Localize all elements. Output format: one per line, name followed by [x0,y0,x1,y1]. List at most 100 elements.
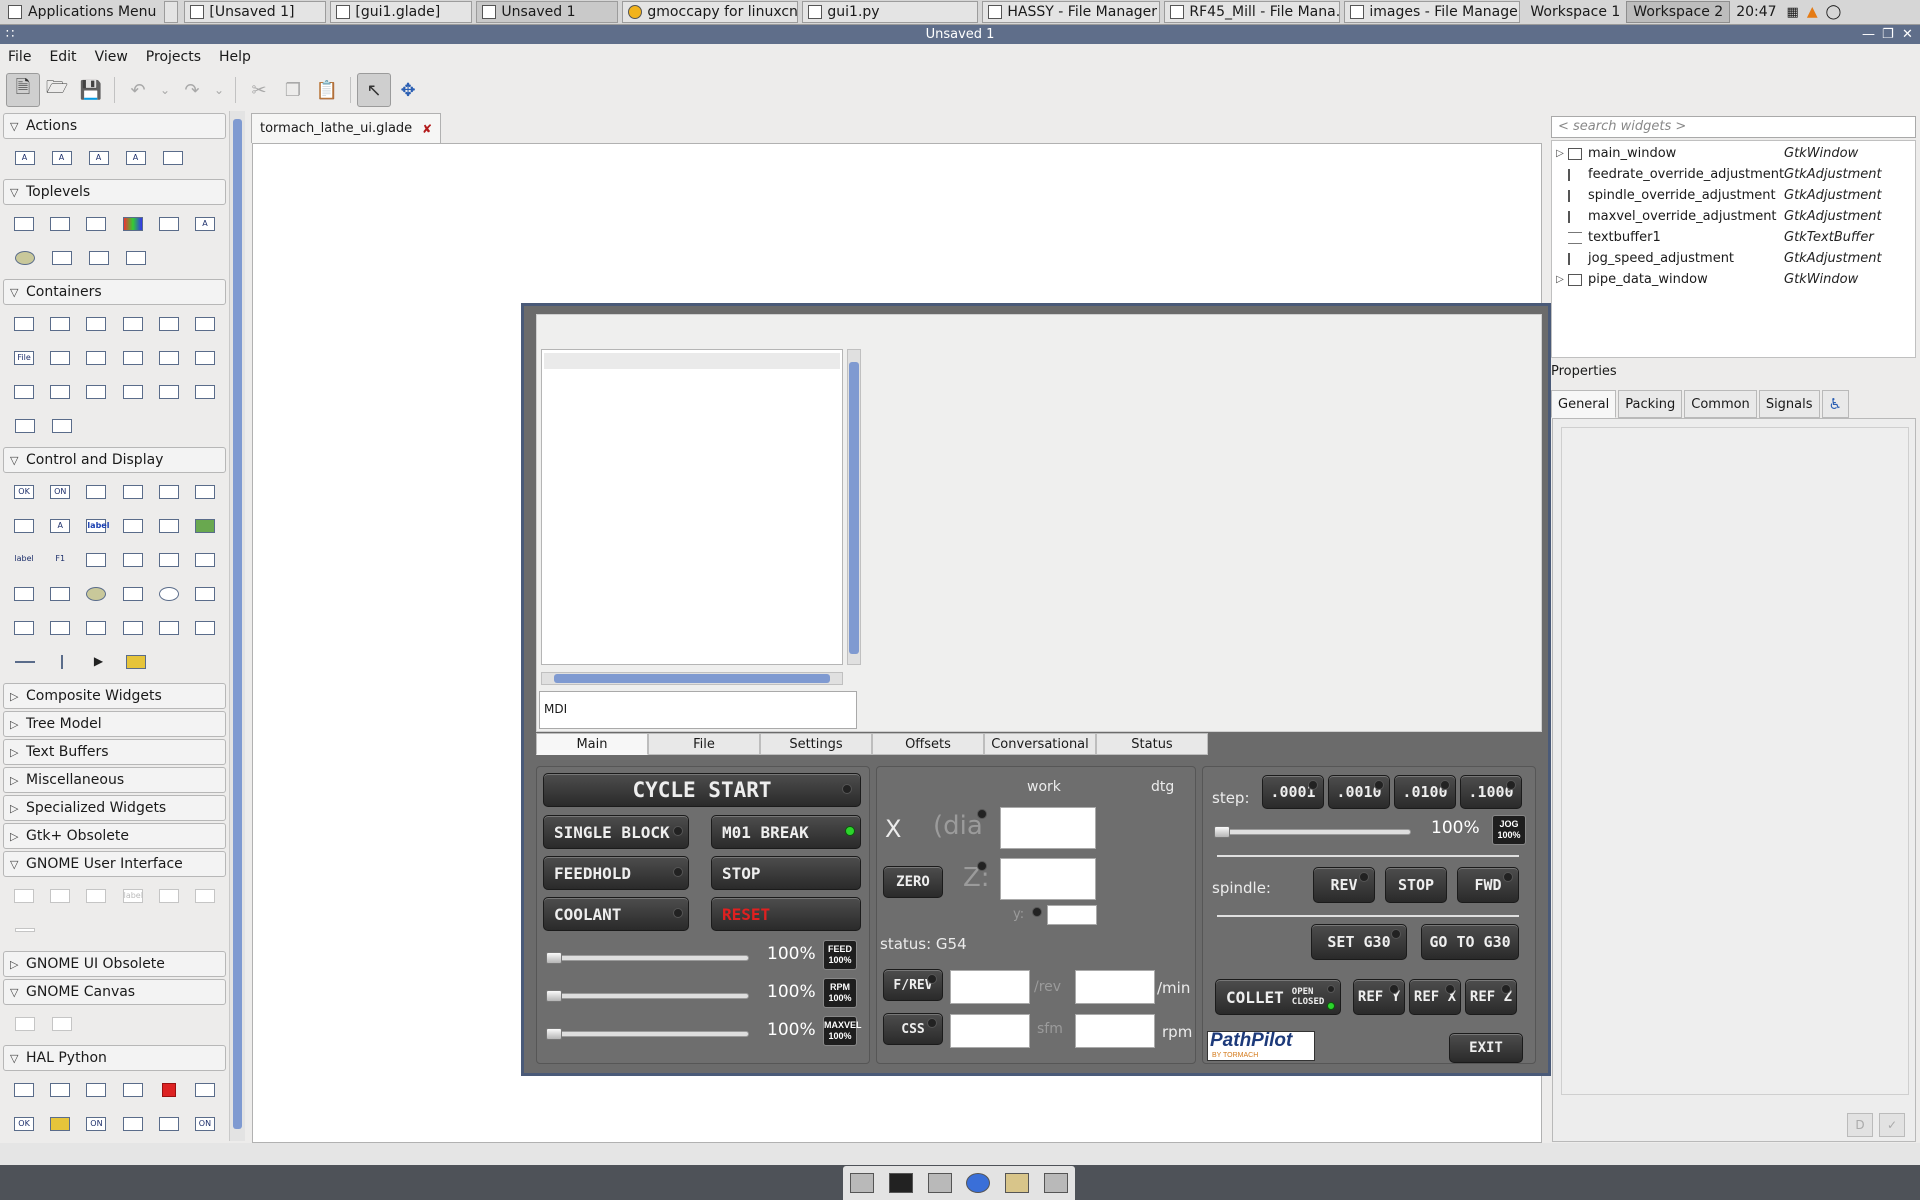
handle-box-widget-icon[interactable] [43,411,80,441]
spinner-widget-icon[interactable] [151,579,187,609]
css-button[interactable]: CSS [883,1013,943,1045]
icon-view-widget-icon[interactable] [42,613,78,643]
vbutton-box-widget-icon[interactable] [6,377,42,407]
assistant-widget-icon[interactable] [6,243,43,273]
combo-entry-widget-icon[interactable] [78,613,114,643]
dialog-widget-icon[interactable] [42,209,78,239]
hseparator-widget-icon[interactable] [115,613,151,643]
vscale-widget-icon[interactable] [151,545,187,575]
toggle-button-widget-icon[interactable]: ON [42,477,78,507]
toolbar-widget-icon[interactable] [42,343,78,373]
z-dro-field[interactable] [1000,858,1096,900]
new-icon[interactable]: 🗎 [6,73,40,107]
tree-row[interactable]: ▷ pipe_data_window GtkWindow [1552,269,1917,290]
vseparator-widget-icon[interactable] [43,647,80,677]
set-g30-button[interactable]: SET G30 [1311,924,1407,960]
palette-group-hal-python[interactable]: ▽ HAL Python [3,1045,226,1071]
feed-override-slider[interactable] [546,952,749,964]
tab-signals[interactable]: Signals [1758,390,1820,418]
stop-button[interactable]: STOP [711,856,861,890]
vscrollbar-widget-icon[interactable] [6,579,42,609]
entry-widget-icon[interactable] [78,545,114,575]
fixed-widget-icon[interactable] [187,309,223,339]
progress-bar-widget-icon[interactable] [115,579,151,609]
rpm-100-button[interactable]: RPM 100% [823,978,857,1008]
hbox-widget-icon[interactable] [6,309,42,339]
undo-icon[interactable]: ↶ [121,73,155,107]
maxvel-100-button[interactable]: MAXVEL 100% [823,1016,862,1046]
show-desktop-button[interactable] [164,1,179,23]
taskbar-item-active[interactable]: Unsaved 1 [476,1,619,23]
rpm-field[interactable] [1075,1014,1155,1048]
label-widget-icon[interactable]: label [6,545,42,575]
feedhold-button[interactable]: FEEDHOLD [543,856,689,890]
feed-per-min-field[interactable] [1075,970,1155,1004]
palette-group-gnome-canvas[interactable]: ▽ GNOME Canvas [3,979,226,1005]
hal-drawing-area-widget-icon[interactable] [42,1109,78,1139]
paste-icon[interactable]: 📋 [310,73,344,107]
hal-spin-widget-icon[interactable] [115,1109,151,1139]
vpaned-widget-icon[interactable] [151,343,187,373]
gcode-view[interactable] [541,349,843,665]
volume-button-widget-icon[interactable] [151,511,187,541]
file-dialog-widget-icon[interactable] [151,209,187,239]
f-rev-button[interactable]: F/REV [883,969,943,1001]
sfm-field[interactable] [950,1014,1030,1048]
tab-offsets[interactable]: Offsets [872,733,984,755]
palette-group-tree-model[interactable]: ▷ Tree Model [3,711,226,737]
hal-toggle2-widget-icon[interactable]: ON [187,1109,223,1139]
mdi-input[interactable]: MDI [539,691,857,729]
menu-file[interactable]: File [8,49,31,65]
window-widget-icon[interactable] [6,209,42,239]
image-widget-icon[interactable] [187,511,223,541]
layout-widget-icon[interactable] [42,377,78,407]
palette-group-composite[interactable]: ▷ Composite Widgets [3,683,226,709]
expander-widget-icon[interactable] [151,377,187,407]
tree-row[interactable]: jog_speed_adjustment GtkAdjustment [1552,248,1917,269]
radio-action-widget-icon[interactable]: A [80,143,117,173]
window-menu-icon[interactable]: ∷ [6,25,14,44]
palette-group-gnome-obsolete[interactable]: ▷ GNOME UI Obsolete [3,951,226,977]
radio-button-widget-icon[interactable] [151,477,187,507]
single-block-button[interactable]: SINGLE BLOCK [543,815,689,849]
open-icon[interactable]: 🗁 [40,73,74,107]
slider-knob[interactable] [1214,826,1230,838]
gnome-app-widget-icon[interactable] [6,881,42,911]
spindle-rev-button[interactable]: REV [1313,867,1375,903]
tree-row[interactable]: ▷ main_window GtkWindow [1552,143,1917,164]
tab-main[interactable]: Main [536,733,648,755]
coolant-button[interactable]: COOLANT [543,897,689,931]
tab-common[interactable]: Common [1684,390,1757,418]
tool-palette-widget-icon[interactable] [78,343,114,373]
action-widget-icon[interactable]: A [6,143,43,173]
tree-view-list-widget-icon[interactable] [187,613,223,643]
jog-100-button[interactable]: JOG 100% [1492,815,1526,845]
m01-break-button[interactable]: M01 BREAK [711,815,861,849]
workspace-1[interactable]: Workspace 1 [1524,1,1626,23]
message-dialog-widget-icon[interactable] [78,209,114,239]
taskbar-item[interactable]: gui1.py [802,1,979,23]
rpm-override-slider[interactable] [546,990,749,1002]
drawing-area-widget-icon[interactable] [117,647,154,677]
power-icon[interactable]: ◯ [1826,4,1842,20]
menubar-widget-icon[interactable]: File [6,343,42,373]
button-widget-icon[interactable]: OK [6,477,42,507]
palette-scrollbar[interactable] [229,111,245,1141]
hal-button-widget-icon[interactable]: OK [6,1109,42,1139]
undo-dropdown-icon[interactable]: ⌄ [155,73,175,107]
palette-group-control-display[interactable]: ▽ Control and Display [3,447,226,473]
hal-toggle-widget-icon[interactable]: ON [78,1109,114,1139]
ref-y-button[interactable]: REF Y [1353,979,1405,1015]
about-dialog-widget-icon[interactable] [43,243,80,273]
hal-led-widget-icon[interactable] [151,1075,187,1105]
select-pointer-icon[interactable]: ↖ [357,73,391,107]
x-dro-field[interactable] [1000,807,1096,849]
zero-button[interactable]: ZERO [883,866,943,898]
exit-button[interactable]: EXIT [1449,1033,1523,1063]
viewport-widget-icon[interactable] [6,411,43,441]
ref-z-button[interactable]: REF Z [1465,979,1517,1015]
file-manager-icon[interactable] [927,1173,952,1193]
tab-conversational[interactable]: Conversational [984,733,1096,755]
alignment-widget-icon[interactable] [187,377,223,407]
color-button-widget-icon[interactable] [6,511,42,541]
